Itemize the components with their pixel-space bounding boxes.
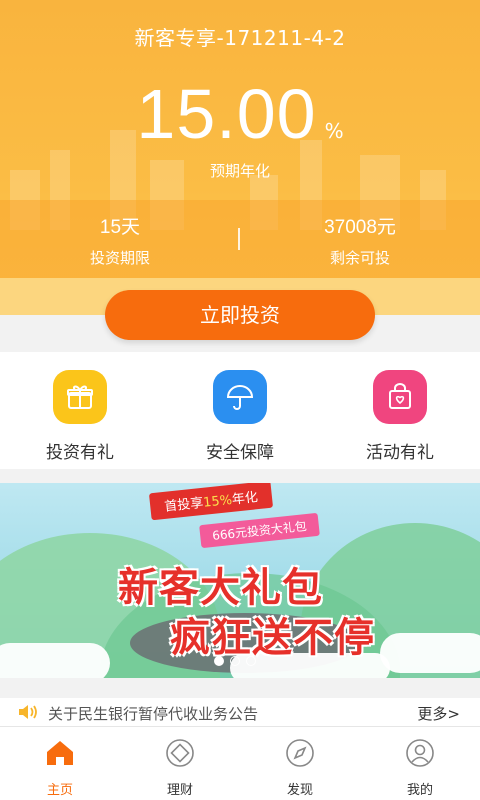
feature-security[interactable]: 安全保障 — [160, 370, 320, 463]
banner-cloud — [380, 633, 480, 673]
remain-stat: 37008元 剩余可投 — [240, 212, 480, 268]
tab-home[interactable]: 主页 — [0, 737, 120, 798]
ribbon-highlight: 15% — [202, 492, 233, 511]
term-stat: 15天 投资期限 — [0, 212, 240, 268]
page-dot-active[interactable] — [214, 656, 224, 666]
notice-more-link[interactable]: 更多> — [417, 703, 460, 724]
rate-label: 预期年化 — [209, 162, 270, 180]
annual-rate: 15.00% — [0, 74, 480, 154]
gift-icon — [53, 370, 107, 424]
feature-label: 安全保障 — [206, 443, 274, 463]
feature-label: 投资有礼 — [46, 443, 114, 463]
tab-label: 发现 — [286, 783, 313, 798]
page-dot[interactable] — [230, 656, 240, 666]
page-dot[interactable] — [246, 656, 256, 666]
tab-label: 主页 — [46, 783, 73, 798]
notice-text[interactable]: 关于民生银行暂停代收业务公告 — [48, 703, 258, 724]
feature-grid: 投资有礼 安全保障 活动有礼 — [0, 352, 480, 469]
product-hero[interactable]: 新客专享-171211-4-2 15.00% 预期年化 15天 投资期限 370… — [0, 0, 480, 315]
rate-value: 15.00 — [136, 75, 317, 153]
notice-bar[interactable]: 关于民生银行暂停代收业务公告 更多> — [0, 698, 480, 726]
invest-now-button[interactable]: 立即投资 — [105, 290, 375, 340]
rate-unit: % — [324, 119, 344, 143]
promo-banner[interactable]: 首投享15%年化 666元投资大礼包 新客大礼包 疯狂送不停 — [0, 483, 480, 678]
compass-icon — [286, 739, 314, 767]
banner-subheadline: 疯狂送不停 — [170, 615, 375, 661]
tab-mine[interactable]: 我的 — [360, 737, 480, 798]
banner-ribbon-first-invest: 首投享15%年化 — [148, 483, 274, 521]
feature-label: 活动有礼 — [366, 443, 434, 463]
feature-activity-gift[interactable]: 活动有礼 — [320, 370, 480, 463]
remain-label: 剩余可投 — [329, 249, 390, 267]
home-icon — [47, 741, 73, 765]
banner-ribbon-gift-pack: 666元投资大礼包 — [199, 512, 320, 549]
wealth-icon — [166, 739, 194, 767]
ribbon-prefix: 首投享 — [163, 495, 205, 515]
product-title: 新客专享-171211-4-2 — [134, 26, 346, 50]
tab-label: 我的 — [406, 783, 433, 798]
shopping-bag-icon — [373, 370, 427, 424]
ribbon-suffix: 年化 — [231, 490, 259, 508]
term-label: 投资期限 — [89, 249, 150, 267]
term-value: 15天 — [99, 217, 141, 238]
bottom-tab-bar: 主页 理财 发现 我的 — [0, 726, 480, 800]
tab-label: 理财 — [166, 783, 193, 798]
user-icon — [406, 739, 434, 767]
speaker-icon — [19, 705, 37, 719]
product-stats: 15天 投资期限 37008元 剩余可投 — [0, 200, 480, 278]
tab-wealth[interactable]: 理财 — [120, 737, 240, 798]
remain-value: 37008元 — [324, 217, 396, 238]
banner-pagination — [214, 651, 262, 670]
banner-cloud — [0, 643, 110, 678]
umbrella-icon — [213, 370, 267, 424]
feature-invest-gift[interactable]: 投资有礼 — [0, 370, 160, 463]
tab-discover[interactable]: 发现 — [240, 737, 360, 798]
